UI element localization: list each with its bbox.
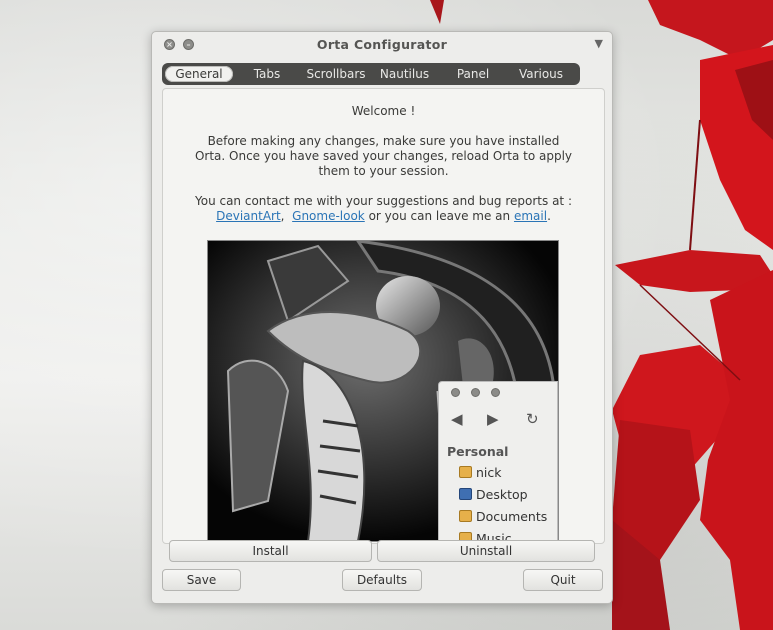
home-folder-icon (459, 466, 472, 478)
intro-line-1: Before making any changes, make sure you… (207, 134, 560, 148)
intro-line-3: them to your session. (318, 164, 449, 178)
documents-folder-icon (459, 510, 472, 522)
tab-panel[interactable]: Panel (447, 66, 499, 82)
minimize-icon (491, 388, 500, 397)
quit-button[interactable]: Quit (523, 569, 603, 591)
sentence-end: . (547, 209, 551, 223)
email-link[interactable]: email (514, 209, 547, 223)
close-icon (451, 388, 460, 397)
contact-text: You can contact me with your suggestions… (194, 194, 572, 208)
theme-preview-image: ◀ ▶ ↻ Personal nick Desktop Documents Mu… (207, 240, 559, 542)
tab-general[interactable]: General (165, 66, 233, 82)
link-separator: , (280, 209, 285, 223)
place-item: Desktop (459, 486, 528, 504)
contact-links: DeviantArt, Gnome-look or you can leave … (163, 209, 604, 224)
save-button[interactable]: Save (162, 569, 241, 591)
place-label: nick (476, 465, 502, 480)
intro-line-2: Orta. Once you have saved your changes, … (194, 149, 573, 163)
email-prefix-text: or you can leave me an (368, 209, 511, 223)
welcome-heading: Welcome ! (351, 104, 416, 118)
general-panel: Welcome ! Before making any changes, mak… (162, 88, 605, 544)
desktop-icon (459, 488, 472, 500)
place-item: Documents (459, 508, 547, 526)
nautilus-preview-window: ◀ ▶ ↻ Personal nick Desktop Documents Mu… (438, 381, 558, 541)
place-label: Documents (476, 509, 548, 524)
deviantart-link[interactable]: DeviantArt (216, 209, 281, 223)
tab-various[interactable]: Various (512, 66, 570, 82)
gnome-look-link[interactable]: Gnome-look (292, 209, 365, 223)
install-button[interactable]: Install (169, 540, 372, 562)
defaults-button[interactable]: Defaults (342, 569, 422, 591)
triangle-down-icon[interactable]: ▼ (595, 37, 603, 50)
tab-bar: General Tabs Scrollbars Nautilus Panel V… (162, 63, 580, 85)
title-bar: × – Orta Configurator ▼ (152, 32, 612, 58)
tab-scrollbars[interactable]: Scrollbars (302, 66, 370, 82)
places-heading: Personal (447, 444, 509, 459)
maximize-icon (471, 388, 480, 397)
tab-nautilus[interactable]: Nautilus (377, 66, 432, 82)
place-item: nick (459, 464, 502, 482)
reload-icon: ↻ (526, 410, 539, 428)
forward-arrow-icon: ▶ (487, 410, 499, 428)
window-title: Orta Configurator (316, 37, 448, 52)
orta-configurator-window: × – Orta Configurator ▼ General Tabs Scr… (151, 31, 613, 604)
place-label: Desktop (476, 487, 528, 502)
tab-tabs[interactable]: Tabs (242, 66, 292, 82)
uninstall-button[interactable]: Uninstall (377, 540, 595, 562)
back-arrow-icon: ◀ (451, 410, 463, 428)
